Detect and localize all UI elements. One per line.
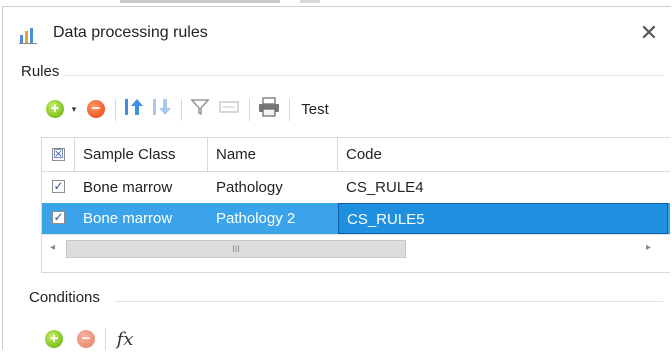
close-icon: ✕ [639,20,659,45]
cell-sample-class: Bone marrow [83,210,173,227]
row-checkbox[interactable]: ✓ [52,211,65,224]
fx-label: fx [116,328,134,350]
conditions-group-divider [115,301,663,302]
rules-toolbar: + ▾ − Test [41,95,441,125]
rules-group-label: Rules [21,63,60,80]
column-header-name[interactable]: Name [208,138,338,171]
toolbar-separator [115,99,116,121]
filter-button[interactable] [187,95,213,123]
select-all-header-cell: ☒ [42,138,75,171]
remove-icon: − [77,330,95,348]
table-row-selected[interactable]: ✓ Bone marrow Pathology 2 CS_RULE5 [42,203,670,235]
window-title: Data processing rules [53,24,208,41]
toolbar-separator [105,328,106,350]
scroll-right-icon[interactable]: ▸ [646,242,651,253]
remove-rule-button[interactable]: − [83,95,109,123]
move-down-button[interactable] [149,95,175,123]
add-icon: + [45,330,63,348]
test-button[interactable]: Test [295,95,335,123]
chevron-down-icon: ▾ [71,103,77,114]
move-down-icon [151,96,173,122]
conditions-group-label: Conditions [29,289,100,306]
test-button-label: Test [301,100,329,118]
close-button[interactable]: ✕ [635,19,663,47]
column-header-code[interactable]: Code [338,138,670,171]
cell-code-editing[interactable]: CS_RULE5 [338,203,668,234]
horizontal-scrollbar[interactable]: ◂ III ▸ [42,234,670,264]
scrollbar-track[interactable]: III [66,240,638,258]
row-checkbox[interactable]: ✓ [52,180,65,193]
title-bar: Data processing rules ✕ [3,7,671,57]
top-edge-segment [300,0,320,3]
chart-app-icon [19,26,39,44]
data-processing-rules-dialog: Data processing rules ✕ Rules + ▾ − Test… [2,6,671,350]
top-edge-segment [120,0,280,3]
scrollbar-thumb[interactable]: III [66,240,406,258]
toolbar-separator [181,99,182,121]
table-row[interactable]: ✓ Bone marrow Pathology CS_RULE4 [42,172,670,204]
window-top-edge [0,0,672,4]
rules-grid: ☒ Sample Class Name Code ✓ Bone marrow P… [41,137,670,273]
print-icon [258,97,280,121]
add-rule-button[interactable]: + [41,95,69,123]
cell-name: Pathology 2 [216,210,296,227]
print-button[interactable] [255,95,283,123]
add-icon: + [46,100,64,118]
grid-header: ☒ Sample Class Name Code [42,138,670,172]
column-header-sample-class[interactable]: Sample Class [75,138,208,171]
cell-name: Pathology [216,179,283,196]
rules-group-divider [63,75,663,76]
clear-filter-icon [218,97,240,121]
scroll-left-icon[interactable]: ◂ [50,242,55,253]
clear-filter-button[interactable] [215,95,243,123]
move-up-icon [123,96,145,122]
remove-icon: − [87,100,105,118]
add-dropdown-button[interactable]: ▾ [68,95,80,123]
cell-sample-class: Bone marrow [83,179,173,196]
filter-icon [190,97,210,121]
toolbar-separator [249,99,250,121]
toolbar-separator [289,99,290,121]
cell-code: CS_RULE4 [346,179,424,196]
select-all-checkbox[interactable]: ☒ [52,148,65,161]
move-up-button[interactable] [121,95,147,123]
